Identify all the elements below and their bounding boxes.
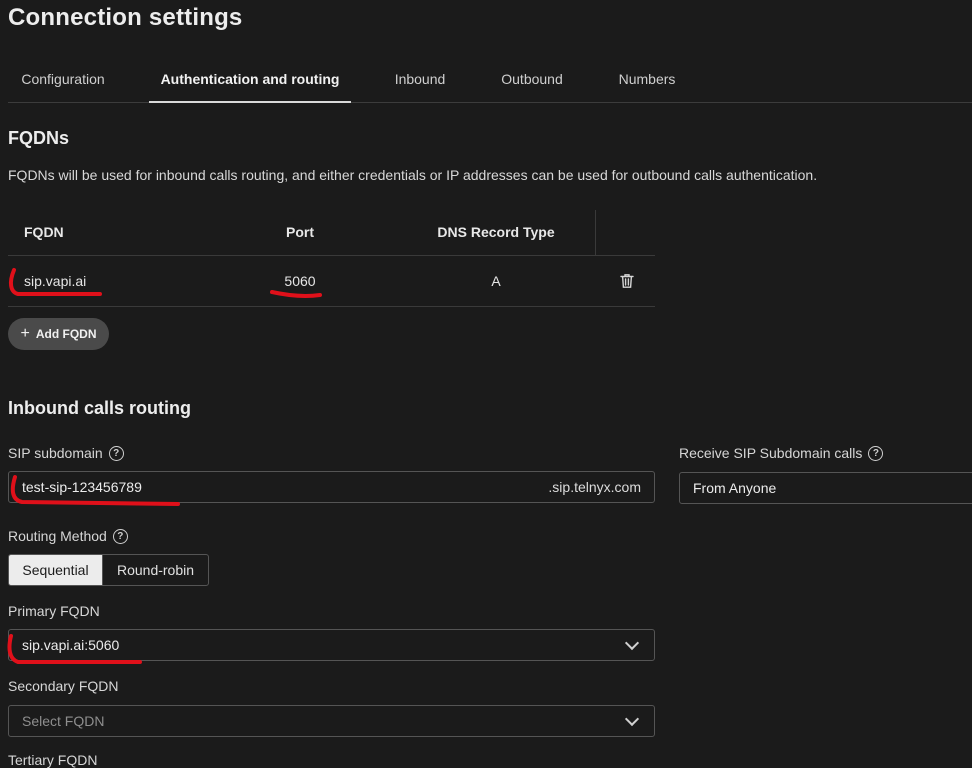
routing-method-label: Routing Method ? — [8, 528, 128, 544]
secondary-fqdn-placeholder: Select FQDN — [22, 713, 105, 729]
secondary-fqdn-select[interactable]: Select FQDN — [8, 705, 655, 737]
sip-subdomain-label: SIP subdomain ? — [8, 445, 124, 461]
fqdns-heading: FQDNs — [8, 128, 70, 148]
fqdn-cell: sip.vapi.ai — [24, 273, 87, 289]
routing-sequential-button[interactable]: Sequential — [9, 555, 102, 585]
add-fqdn-button[interactable]: + Add FQDN — [8, 318, 109, 350]
page-title: Connection settings — [8, 4, 243, 31]
tab-inbound[interactable]: Inbound — [380, 56, 460, 102]
chevron-down-icon — [624, 635, 640, 650]
primary-fqdn-select[interactable]: sip.vapi.ai:5060 — [8, 629, 655, 661]
chevron-down-icon — [624, 711, 640, 726]
port-cell: 5060 — [284, 273, 316, 289]
dns-record-type-cell: A — [491, 273, 501, 289]
tertiary-fqdn-label: Tertiary FQDN — [8, 752, 98, 768]
receive-subdomain-calls-label-text: Receive SIP Subdomain calls — [679, 445, 863, 461]
routing-round-robin-button[interactable]: Round-robin — [102, 555, 208, 585]
primary-fqdn-value: sip.vapi.ai:5060 — [22, 637, 120, 653]
sip-domain-suffix: .sip.telnyx.com — [548, 479, 641, 495]
column-divider — [595, 210, 596, 256]
tab-authentication-and-routing[interactable]: Authentication and routing — [149, 56, 351, 103]
column-header-fqdn: FQDN — [24, 224, 64, 240]
fqdn-table: FQDN Port DNS Record Type sip.vapi.ai 50… — [8, 210, 655, 307]
receive-subdomain-calls-label: Receive SIP Subdomain calls ? — [679, 445, 884, 461]
secondary-fqdn-label: Secondary FQDN — [8, 678, 119, 694]
sip-subdomain-label-text: SIP subdomain — [8, 445, 103, 461]
help-icon[interactable]: ? — [868, 445, 884, 461]
routing-method-toggle: Sequential Round-robin — [8, 554, 209, 586]
row-divider — [8, 306, 655, 307]
tab-outbound[interactable]: Outbound — [486, 56, 578, 102]
column-header-dns-record-type: DNS Record Type — [437, 224, 555, 240]
help-icon[interactable]: ? — [112, 528, 128, 544]
tab-numbers[interactable]: Numbers — [606, 56, 688, 102]
plus-icon: + — [20, 325, 30, 342]
fqdns-description: FQDNs will be used for inbound calls rou… — [8, 167, 818, 183]
sip-subdomain-input[interactable]: test-sip-123456789 .sip.telnyx.com — [8, 471, 655, 503]
tab-bar: Configuration Authentication and routing… — [8, 56, 972, 103]
routing-method-label-text: Routing Method — [8, 528, 107, 544]
help-icon[interactable]: ? — [108, 445, 124, 461]
receive-subdomain-calls-value: From Anyone — [693, 480, 777, 496]
receive-subdomain-calls-select[interactable]: From Anyone — [679, 472, 972, 504]
primary-fqdn-label: Primary FQDN — [8, 603, 100, 619]
trash-icon[interactable] — [620, 273, 634, 289]
sip-subdomain-value: test-sip-123456789 — [22, 479, 142, 495]
tab-configuration[interactable]: Configuration — [8, 56, 118, 102]
add-fqdn-label: Add FQDN — [35, 327, 97, 341]
column-header-port: Port — [286, 224, 314, 240]
inbound-routing-heading: Inbound calls routing — [8, 398, 191, 418]
